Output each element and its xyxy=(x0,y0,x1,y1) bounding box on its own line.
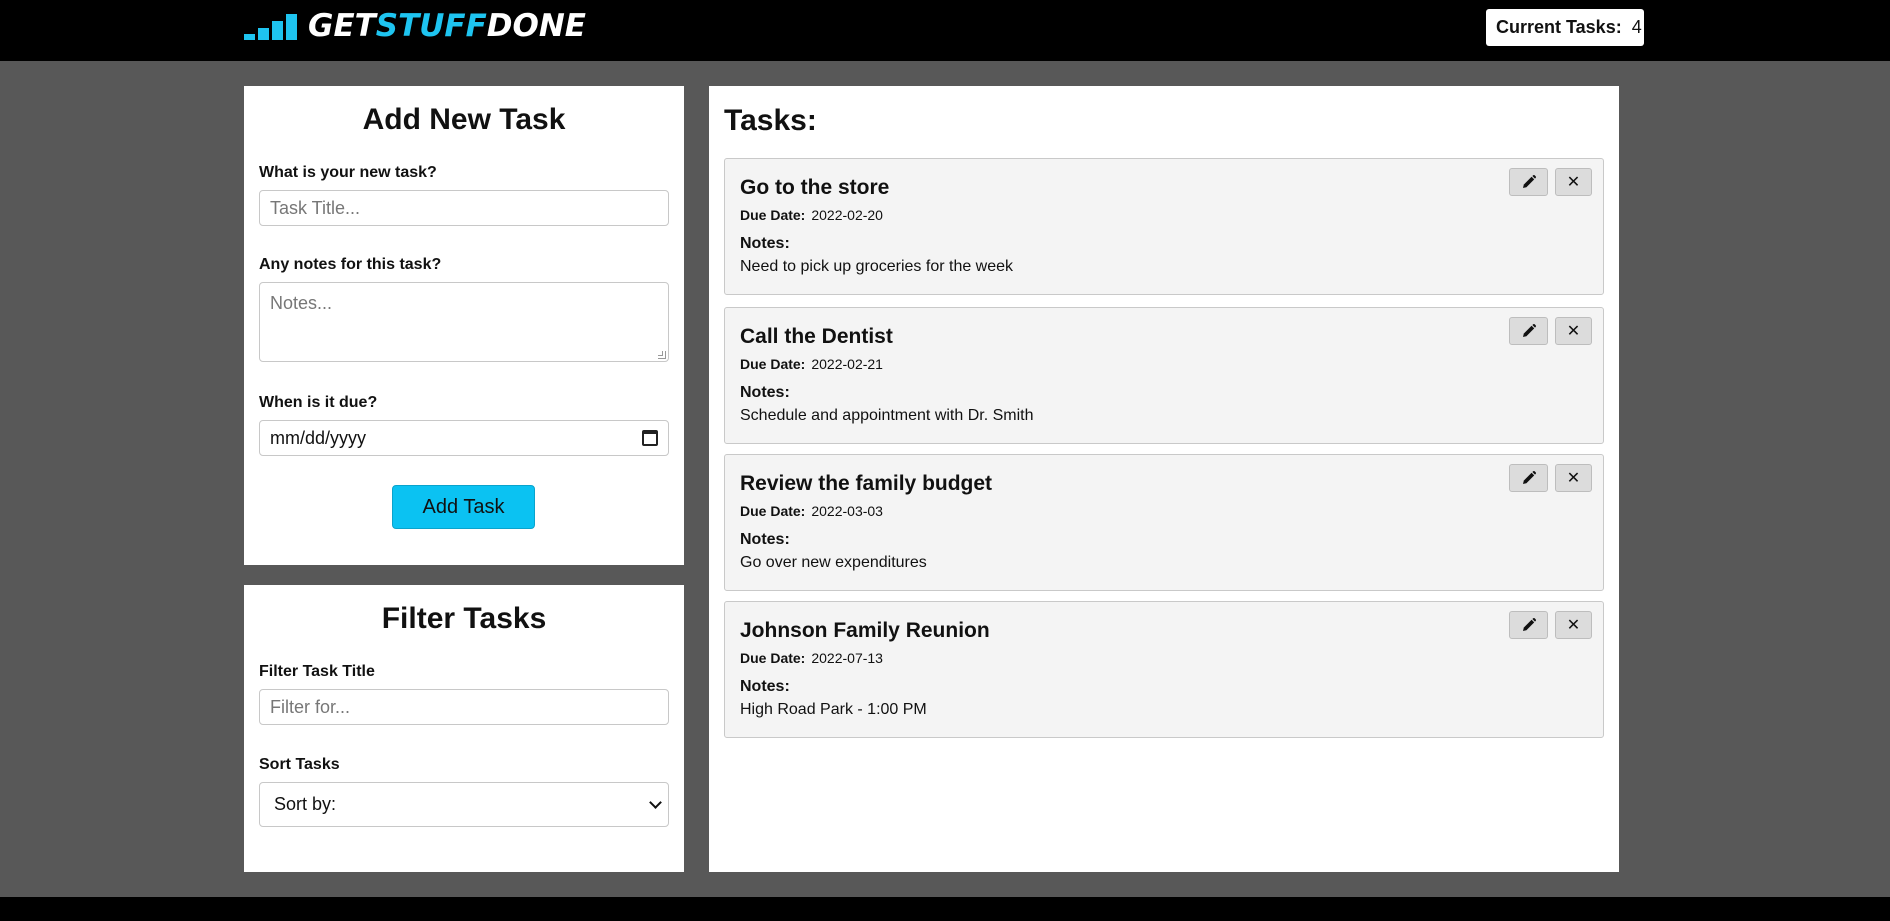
task-due-row: Due Date: 2022-03-03 xyxy=(740,503,883,519)
current-tasks-count: 4 xyxy=(1631,17,1642,37)
task-notes-label: Any notes for this task? xyxy=(259,256,442,273)
task-card: Review the family budget Due Date: 2022-0… xyxy=(724,454,1604,591)
task-due-row: Due Date: 2022-02-21 xyxy=(740,356,883,372)
sort-selected-value: Sort by: xyxy=(274,794,337,814)
task-card: Johnson Family Reunion Due Date: 2022-07-… xyxy=(724,601,1604,738)
due-date-label: Due Date: xyxy=(740,356,806,372)
due-date-input[interactable]: mm/dd/yyyy xyxy=(259,420,669,456)
add-task-button[interactable]: Add Task xyxy=(392,485,535,529)
task-notes-label: Notes: xyxy=(740,531,790,548)
delete-task-button[interactable]: ✕ xyxy=(1555,168,1592,196)
resize-handle-icon[interactable] xyxy=(658,351,666,359)
current-tasks-label: Current Tasks: xyxy=(1496,17,1622,37)
current-tasks-badge: Current Tasks: 4 xyxy=(1486,9,1644,46)
filter-tasks-title: Filter Tasks xyxy=(381,602,547,635)
edit-task-button[interactable] xyxy=(1509,611,1548,639)
logo-text: GETSTUFFDONE xyxy=(308,8,586,44)
task-name: Call the Dentist xyxy=(740,325,893,348)
task-title-label: What is your new task? xyxy=(259,164,437,181)
task-due-date: 2022-07-13 xyxy=(811,650,883,666)
delete-task-button[interactable]: ✕ xyxy=(1555,464,1592,492)
edit-task-button[interactable] xyxy=(1509,317,1548,345)
chevron-down-icon xyxy=(649,795,662,809)
close-icon: ✕ xyxy=(1566,323,1581,340)
task-name: Johnson Family Reunion xyxy=(740,619,990,642)
task-notes-placeholder: Notes... xyxy=(270,293,333,313)
due-date-placeholder: mm/dd/yyyy xyxy=(270,427,367,448)
task-due-date: 2022-02-20 xyxy=(811,207,883,223)
due-date-label: Due Date: xyxy=(740,650,806,666)
delete-task-button[interactable]: ✕ xyxy=(1555,317,1592,345)
task-notes-label: Notes: xyxy=(740,235,790,252)
edit-task-button[interactable] xyxy=(1509,168,1548,196)
task-notes: Need to pick up groceries for the week xyxy=(740,258,1014,275)
pencil-icon xyxy=(1522,617,1536,631)
footer-bar xyxy=(0,897,1890,921)
pencil-icon xyxy=(1522,323,1536,337)
pencil-icon xyxy=(1522,174,1536,188)
task-card: Call the Dentist Due Date: 2022-02-21 Not… xyxy=(724,307,1604,444)
sort-tasks-label: Sort Tasks xyxy=(259,756,340,773)
tasks-title: Tasks: xyxy=(724,104,817,137)
add-task-panel: Add New Task What is your new task? Task… xyxy=(244,86,684,565)
task-title-input[interactable]: Task Title... xyxy=(259,190,669,226)
due-date-label: Due Date: xyxy=(740,207,806,223)
task-notes-label: Notes: xyxy=(740,678,790,695)
due-date-label: When is it due? xyxy=(259,394,378,411)
task-notes-label: Notes: xyxy=(740,384,790,401)
task-notes: Schedule and appointment with Dr. Smith xyxy=(740,407,1034,424)
calendar-icon[interactable] xyxy=(642,430,658,446)
task-due-date: 2022-03-03 xyxy=(811,503,883,519)
tasks-panel: Tasks: Go to the store Due Date: 2022-02-… xyxy=(709,86,1619,872)
top-bar: GETSTUFFDONE Current Tasks: 4 xyxy=(0,0,1890,61)
pencil-icon xyxy=(1522,470,1536,484)
task-due-date: 2022-02-21 xyxy=(811,356,883,372)
logo[interactable]: GETSTUFFDONE xyxy=(244,10,586,42)
sort-tasks-select[interactable]: Sort by: xyxy=(259,782,669,827)
close-icon: ✕ xyxy=(1566,174,1581,191)
edit-task-button[interactable] xyxy=(1509,464,1548,492)
task-due-row: Due Date: 2022-02-20 xyxy=(740,207,883,223)
task-notes: Go over new expenditures xyxy=(740,554,927,571)
due-date-label: Due Date: xyxy=(740,503,806,519)
task-due-row: Due Date: 2022-07-13 xyxy=(740,650,883,666)
filter-title-input[interactable]: Filter for... xyxy=(259,689,669,725)
task-card: Go to the store Due Date: 2022-02-20 Note… xyxy=(724,158,1604,295)
add-task-title: Add New Task xyxy=(362,103,566,136)
task-notes-textarea[interactable]: Notes... xyxy=(259,282,669,362)
filter-title-label: Filter Task Title xyxy=(259,663,375,680)
close-icon: ✕ xyxy=(1566,617,1581,634)
logo-bars-icon xyxy=(244,12,300,40)
task-notes: High Road Park - 1:00 PM xyxy=(740,701,927,718)
delete-task-button[interactable]: ✕ xyxy=(1555,611,1592,639)
filter-tasks-panel: Filter Tasks Filter Task Title Filter fo… xyxy=(244,585,684,872)
task-name: Go to the store xyxy=(740,176,890,199)
close-icon: ✕ xyxy=(1566,470,1581,487)
task-name: Review the family budget xyxy=(740,472,993,495)
